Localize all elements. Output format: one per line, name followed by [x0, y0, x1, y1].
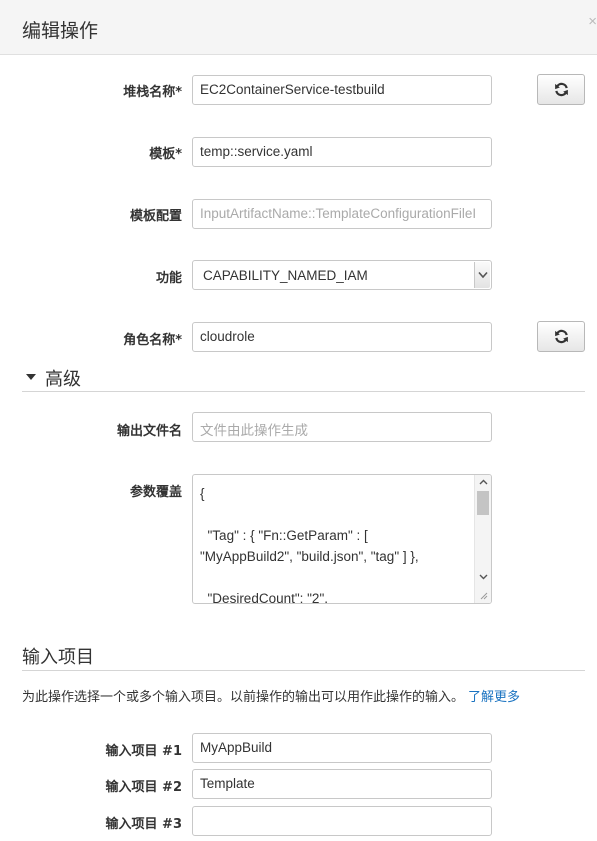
dropdown-button[interactable] [474, 262, 490, 288]
param-override-text: { "Tag" : { "Fn::GetParam" : [ "MyAppBui… [200, 486, 419, 604]
advanced-heading: 高级 [45, 369, 81, 390]
output-file-input[interactable]: 文件由此操作生成 [192, 412, 492, 442]
textarea-scrollbar[interactable] [474, 475, 491, 603]
input-artifact-1-label: 输入项目 #1 [105, 744, 182, 759]
input-artifacts-heading: 输入项目 [22, 647, 94, 668]
template-label: 模板* [149, 147, 182, 162]
scrollbar-thumb[interactable] [477, 491, 489, 515]
input-artifact-1-field[interactable]: MyAppBuild [192, 733, 492, 763]
scroll-down-icon[interactable] [479, 574, 488, 580]
input-artifacts-description: 为此操作选择一个或多个输入项目。以前操作的输出可以用作此操作的输入。 了解更多 [22, 686, 520, 705]
input-artifact-3-label: 输入项目 #3 [105, 817, 182, 832]
refresh-icon [555, 329, 568, 344]
role-name-input[interactable]: cloudrole [192, 322, 492, 352]
output-file-label: 输出文件名 [116, 424, 182, 439]
caret-down-icon [26, 374, 36, 380]
modal-header: 编辑操作 × [0, 0, 597, 55]
template-config-label: 模板配置 [129, 209, 182, 224]
modal-title: 编辑操作 [22, 20, 99, 42]
close-icon[interactable]: × [588, 13, 597, 30]
capabilities-select[interactable]: CAPABILITY_NAMED_IAM [192, 260, 492, 290]
param-override-textarea[interactable]: { "Tag" : { "Fn::GetParam" : [ "MyAppBui… [192, 474, 492, 604]
param-override-label: 参数覆盖 [129, 485, 182, 500]
input-artifact-2-field[interactable]: Template [192, 769, 492, 799]
capabilities-label: 功能 [155, 271, 182, 286]
advanced-section-header[interactable]: 高级 [22, 364, 585, 392]
refresh-stack-button[interactable] [537, 74, 585, 105]
refresh-icon [555, 82, 568, 97]
description-text: 为此操作选择一个或多个输入项目。以前操作的输出可以用作此操作的输入。 [22, 690, 465, 705]
template-config-input[interactable]: InputArtifactName::TemplateConfiguration… [192, 199, 492, 229]
role-name-label: 角色名称* [123, 333, 182, 348]
resize-grip-icon[interactable] [480, 592, 488, 600]
input-artifacts-section-header: 输入项目 [22, 642, 585, 671]
input-artifact-3-field[interactable] [192, 806, 492, 836]
capabilities-value: CAPABILITY_NAMED_IAM [203, 268, 368, 283]
stack-name-label: 堆栈名称* [123, 85, 182, 100]
chevron-down-icon [478, 271, 488, 279]
scroll-up-icon[interactable] [479, 479, 488, 485]
template-input[interactable]: temp::service.yaml [192, 137, 492, 167]
refresh-role-button[interactable] [537, 321, 585, 352]
input-artifact-2-label: 输入项目 #2 [105, 780, 182, 795]
learn-more-link[interactable]: 了解更多 [468, 690, 520, 705]
stack-name-input[interactable]: EC2ContainerService-testbuild [192, 75, 492, 105]
